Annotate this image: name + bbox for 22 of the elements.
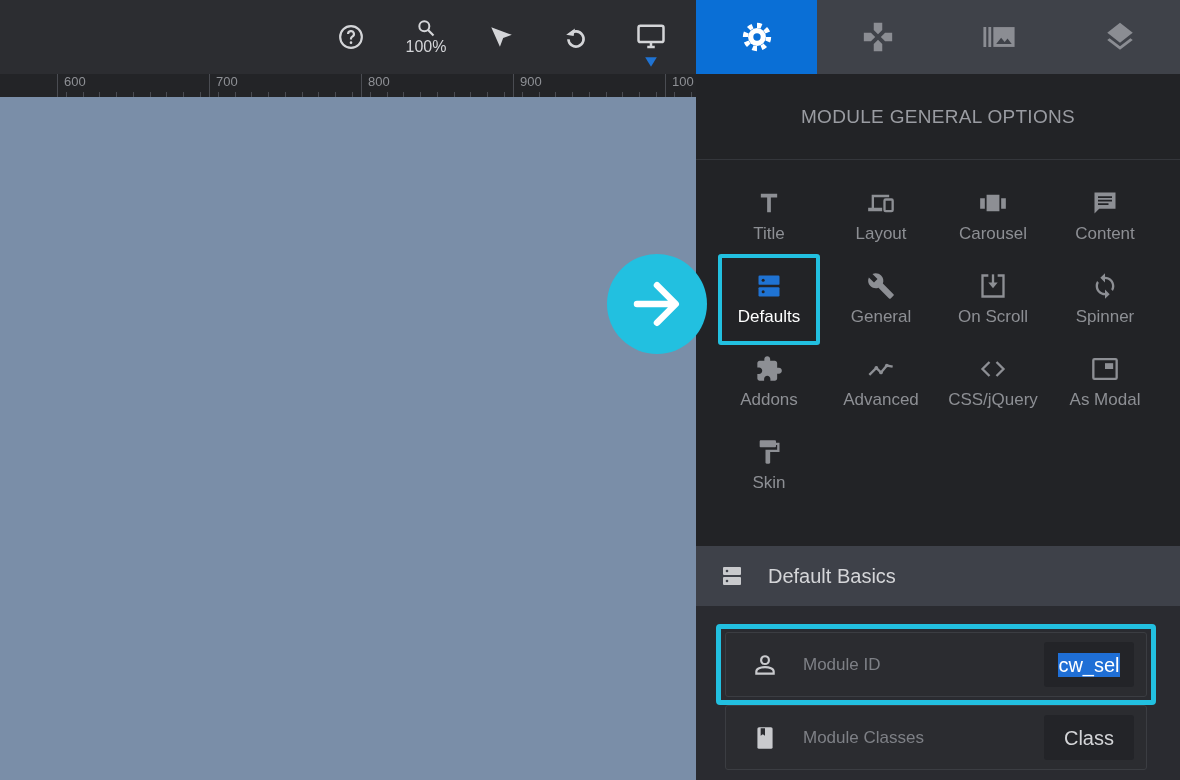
wrench-icon — [867, 272, 895, 300]
puzzle-piece-icon — [755, 355, 783, 383]
section-title: Default Basics — [768, 564, 896, 588]
search-icon — [416, 18, 436, 38]
field-label: Module ID — [803, 654, 882, 675]
ruler-label: 800 — [367, 74, 390, 90]
panel-tab[interactable] — [696, 0, 817, 74]
server-stack-icon — [720, 564, 744, 588]
ruler-label: 600 — [63, 74, 86, 90]
field-label: Module Classes — [803, 727, 925, 748]
ruler-label: 900 — [519, 74, 542, 90]
ruler-label: 100 — [671, 74, 694, 90]
panel-title: MODULE GENERAL OPTIONS — [800, 105, 1076, 128]
window-inset-icon — [1091, 355, 1119, 383]
text-input[interactable]: Class — [1044, 715, 1134, 760]
download-tray-icon — [979, 272, 1007, 300]
option-button[interactable]: Defaults — [718, 254, 820, 345]
active-indicator-icon — [644, 55, 658, 69]
ruler-label: 700 — [215, 74, 238, 90]
zoom-button[interactable]: 100% — [400, 11, 452, 63]
help-icon — [338, 24, 364, 50]
text-input[interactable]: cw_sel — [1044, 642, 1134, 687]
